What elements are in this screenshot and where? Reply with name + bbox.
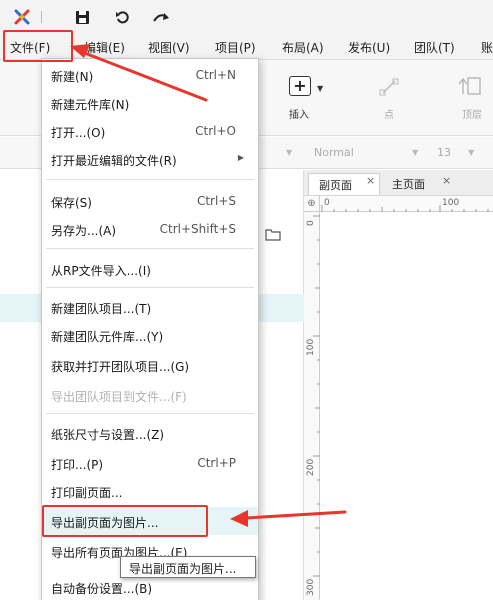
horizontal-ruler: 0 100	[320, 196, 493, 212]
menu-item-print-sub-page[interactable]: 打印副页面...	[42, 477, 258, 505]
menu-item-export-team-project: 导出团队项目到文件...(F)	[42, 381, 258, 409]
menu-item-get-team-project[interactable]: 获取并打开团队项目...(G)	[42, 351, 258, 379]
close-icon[interactable]: ×	[442, 174, 451, 187]
menu-item-new[interactable]: 新建(N) Ctrl+N	[42, 61, 258, 89]
menu-item-label: 新建团队元件库...(Y)	[51, 330, 164, 344]
menu-tooltip: 导出副页面为图片...	[120, 556, 256, 578]
design-canvas[interactable]	[320, 212, 493, 600]
tab-main-page-label: 主页面	[392, 178, 425, 191]
font-style-select[interactable]: Normal	[314, 146, 354, 159]
menu-item-open-recent[interactable]: 打开最近编辑的文件(R) ▶	[42, 145, 258, 173]
annotation-box-export-item	[42, 505, 208, 537]
tab-sub-page-label: 副页面	[319, 179, 352, 192]
menu-edit[interactable]: 编辑(E)	[84, 39, 125, 56]
submenu-arrow-icon: ▶	[237, 153, 244, 162]
format-dropdown-icon[interactable]: ▼	[286, 148, 292, 157]
font-style-dropdown-icon[interactable]: ▼	[412, 148, 418, 157]
menu-item-print[interactable]: 打印...(P) Ctrl+P	[42, 449, 258, 477]
menu-layout[interactable]: 布局(A)	[282, 39, 324, 56]
menu-item-label: 自动备份设置...(B)	[51, 582, 153, 596]
redo-icon[interactable]	[150, 8, 172, 26]
menu-view[interactable]: 视图(V)	[148, 39, 190, 56]
insert-dropdown-icon[interactable]: ▼	[317, 84, 323, 93]
folder-icon[interactable]	[265, 228, 281, 244]
menu-item-label: 另存为...(A)	[51, 224, 117, 238]
insert-plus-icon[interactable]: +	[289, 76, 311, 96]
menu-item-new-library[interactable]: 新建元件库(N)	[42, 89, 258, 117]
undo-icon[interactable]	[112, 8, 132, 26]
menu-separator	[46, 287, 254, 288]
menu-item-shortcut: Ctrl+P	[197, 456, 236, 470]
menu-item-shortcut: Ctrl+O	[195, 124, 236, 138]
menu-item-label: 保存(S)	[51, 196, 92, 210]
menu-item-label: 获取并打开团队项目...(G)	[51, 360, 190, 374]
menu-separator	[46, 248, 254, 249]
quick-access-toolbar	[0, 0, 493, 34]
ruler-crosshair-icon: ⊕	[304, 196, 320, 212]
menu-item-new-team-library[interactable]: 新建团队元件库...(Y)	[42, 321, 258, 349]
menu-separator	[46, 413, 254, 414]
menu-item-save-as[interactable]: 另存为...(A) Ctrl+Shift+S	[42, 215, 258, 243]
save-icon[interactable]	[72, 8, 92, 26]
menu-item-open[interactable]: 打开...(O) Ctrl+O	[42, 117, 258, 145]
menu-project[interactable]: 项目(P)	[215, 39, 256, 56]
app-window: 文件(F) 编辑(E) 视图(V) 项目(P) 布局(A) 发布(U) 团队(T…	[0, 0, 493, 600]
menu-item-label: 打开...(O)	[51, 126, 106, 140]
toolbar-divider	[41, 11, 42, 23]
menu-item-label: 导出团队项目到文件...(F)	[51, 390, 187, 404]
menu-item-import-rp[interactable]: 从RP文件导入...(I)	[42, 255, 258, 283]
app-logo-icon	[12, 8, 32, 26]
menu-publish[interactable]: 发布(U)	[348, 39, 390, 56]
point-icon[interactable]	[378, 76, 400, 101]
font-size-select[interactable]: 13	[437, 146, 451, 159]
menu-item-label: 新建(N)	[51, 70, 94, 84]
annotation-box-file-menu	[3, 30, 73, 62]
menu-item-label: 从RP文件导入...(I)	[51, 264, 151, 278]
menu-item-shortcut: Ctrl+Shift+S	[159, 222, 236, 236]
font-size-dropdown-icon[interactable]: ▼	[468, 148, 474, 157]
menu-item-save[interactable]: 保存(S) Ctrl+S	[42, 187, 258, 215]
top-label: 顶层	[462, 110, 482, 121]
menu-item-label: 纸张尺寸与设置...(Z)	[51, 428, 165, 442]
menu-item-label: 打开最近编辑的文件(R)	[51, 154, 177, 168]
point-label: 点	[384, 110, 394, 121]
menu-item-shortcut: Ctrl+N	[195, 68, 236, 82]
menu-item-label: 打印...(P)	[51, 458, 104, 472]
menu-item-shortcut: Ctrl+S	[196, 194, 236, 208]
menu-bar: 文件(F) 编辑(E) 视图(V) 项目(P) 布局(A) 发布(U) 团队(T…	[0, 34, 493, 60]
bring-to-top-icon[interactable]	[458, 76, 482, 101]
menu-item-label: 新建团队项目...(T)	[51, 302, 152, 316]
close-icon[interactable]: ×	[366, 174, 375, 187]
menu-item-label: 打印副页面...	[51, 486, 123, 500]
menu-account[interactable]: 账	[481, 39, 493, 56]
insert-label: 插入	[289, 110, 309, 121]
menu-item-label: 新建元件库(N)	[51, 98, 130, 112]
menu-separator	[46, 179, 254, 180]
menu-item-new-team-project[interactable]: 新建团队项目...(T)	[42, 293, 258, 321]
menu-team[interactable]: 团队(T)	[414, 39, 455, 56]
menu-item-page-setup[interactable]: 纸张尺寸与设置...(Z)	[42, 419, 258, 447]
page-tabs: 副页面 × 主页面 ×	[304, 170, 493, 196]
vertical-ruler: 0 100 200 300	[304, 212, 320, 600]
